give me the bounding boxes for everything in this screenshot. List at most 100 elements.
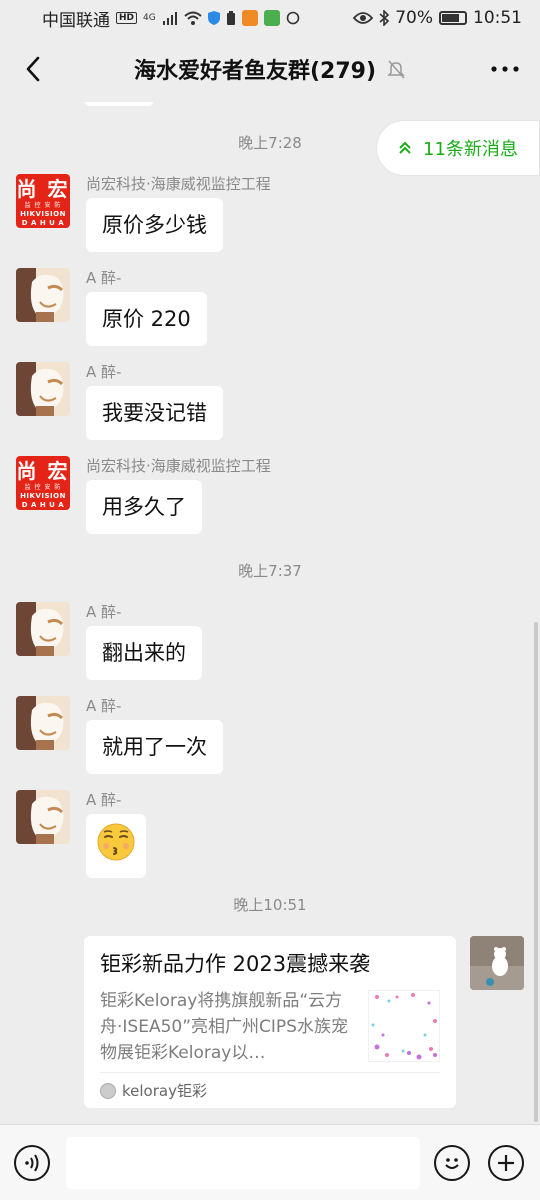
- wifi-icon: [184, 11, 202, 25]
- message-row: A 醉- 我要没记错: [16, 362, 223, 440]
- cat-avatar-image: [16, 268, 70, 322]
- sender-name: A 醉-: [86, 697, 122, 715]
- signal-bars-icon: [162, 12, 177, 25]
- bluetooth-icon: [379, 10, 390, 26]
- avatar-text-3: HIKVISION: [20, 210, 66, 218]
- card-title: 钜彩新品力作 2023震撼来袭: [100, 952, 371, 976]
- back-button[interactable]: [14, 50, 52, 88]
- mute-bell-icon: [387, 60, 405, 79]
- message-body: A 醉- 就用了一次: [86, 696, 223, 774]
- avatar-text-4: D A H U A: [21, 501, 65, 509]
- voice-button[interactable]: [14, 1145, 50, 1181]
- back-arrow-icon: [26, 56, 40, 82]
- message-bubble[interactable]: 用多久了: [86, 480, 202, 534]
- avatar-text-3: HIKVISION: [20, 492, 66, 500]
- plus-icon: [498, 1155, 514, 1171]
- cat-avatar-image: [16, 362, 70, 416]
- avatar-text-1: 尚 宏: [16, 177, 70, 201]
- message-row: A 醉- 翻出来的: [16, 602, 202, 680]
- message-body: 尚宏科技·海康威视监控工程 原价多少钱: [86, 174, 271, 252]
- emoji-button[interactable]: [434, 1145, 470, 1181]
- new-messages-label: 11条新消息: [423, 139, 518, 160]
- battery-fill: [442, 14, 459, 22]
- message-input[interactable]: [66, 1137, 420, 1189]
- chat-title: 海水爱好者鱼友群(279): [133, 59, 377, 84]
- message-row: 尚 宏 监 控 安 防 HIKVISION D A H U A 尚宏科技·海康威…: [16, 456, 271, 534]
- app-icon-green: [263, 10, 280, 26]
- cat-avatar-image: [16, 790, 70, 844]
- sender-name: A 醉-: [86, 603, 122, 621]
- clock: 10:51: [473, 8, 522, 28]
- message-row: A 醉-: [16, 790, 146, 878]
- message-body: A 醉- 我要没记错: [86, 362, 223, 440]
- cut-off-bubble: [84, 102, 154, 106]
- battery-icon: [439, 11, 467, 25]
- battery-small-icon: [226, 11, 235, 25]
- card-content: 钜彩Keloray将携旗舰新品“云方舟·ISEA50”亮相广州CIPS水族宠物展…: [100, 988, 440, 1066]
- avatar-cat[interactable]: [16, 602, 70, 656]
- message-body: A 醉- 翻出来的: [86, 602, 202, 680]
- voice-icon: [25, 1154, 39, 1172]
- avatar-text-2: 监 控 安 防: [24, 484, 62, 491]
- avatar-shanghong[interactable]: 尚 宏 监 控 安 防 HIKVISION D A H U A: [16, 174, 70, 228]
- bear-avatar-image: [470, 936, 524, 990]
- sender-name: 尚宏科技·海康威视监控工程: [86, 457, 271, 475]
- avatar-text-2: 监 控 安 防: [24, 202, 62, 209]
- message-bubble[interactable]: 原价 220: [86, 292, 207, 346]
- avatar-cat[interactable]: [16, 790, 70, 844]
- chat-area[interactable]: 晚上7:28 尚 宏 监 控 安 防 HIKVISION D A H U A 尚…: [0, 102, 540, 1124]
- hd-icon: HD: [116, 12, 138, 24]
- battery-percent: 70%: [395, 8, 433, 28]
- avatar-cat[interactable]: [16, 268, 70, 322]
- message-bubble[interactable]: 我要没记错: [86, 386, 223, 440]
- avatar-cat[interactable]: [16, 362, 70, 416]
- kissing-face-icon: [97, 823, 135, 861]
- message-body: A 醉- 原价 220: [86, 268, 207, 346]
- emoji-icon: [445, 1158, 459, 1169]
- source-icon: [100, 1082, 116, 1099]
- chat-header: 海水爱好者鱼友群(279): [0, 36, 540, 102]
- self-avatar[interactable]: [470, 936, 524, 990]
- avatar-text-1: 尚 宏: [16, 459, 70, 483]
- sender-name: A 醉-: [86, 269, 122, 287]
- timestamp: 晚上7:37: [238, 562, 302, 580]
- input-bar: [0, 1124, 540, 1200]
- double-chevron-up-icon: [399, 141, 411, 154]
- sender-name: A 醉-: [86, 363, 122, 381]
- more-icon: [491, 66, 519, 72]
- message-body: 尚宏科技·海康威视监控工程 用多久了: [86, 456, 271, 534]
- shield-icon: [207, 11, 220, 25]
- timestamp: 晚上10:51: [233, 896, 307, 914]
- title-wrap: 海水爱好者鱼友群(279): [134, 53, 406, 85]
- message-bubble[interactable]: 就用了一次: [86, 720, 223, 774]
- cat-avatar-image: [16, 602, 70, 656]
- scrollbar[interactable]: [534, 622, 538, 1122]
- signal-icon: 4G: [143, 13, 156, 23]
- sender-name: 尚宏科技·海康威视监控工程: [86, 175, 271, 193]
- message-row: A 醉- 就用了一次: [16, 696, 223, 774]
- plus-button[interactable]: [488, 1145, 524, 1181]
- carrier-label: 中国联通: [42, 10, 110, 31]
- emoji-bubble[interactable]: [86, 814, 146, 878]
- circle-icon: [286, 11, 300, 25]
- message-row: 尚 宏 监 控 安 防 HIKVISION D A H U A 尚宏科技·海康威…: [16, 174, 271, 252]
- avatar-text-4: D A H U A: [21, 219, 65, 227]
- link-card[interactable]: 钜彩新品力作 2023震撼来袭 钜彩Keloray将携旗舰新品“云方舟·ISEA…: [84, 936, 456, 1108]
- app-icon-orange: [241, 10, 258, 26]
- avatar-shanghong[interactable]: 尚 宏 监 控 安 防 HIKVISION D A H U A: [16, 456, 70, 510]
- status-left: 中国联通 HD 4G: [42, 6, 300, 31]
- cat-avatar-image: [16, 696, 70, 750]
- card-description: 钜彩Keloray将携旗舰新品“云方舟·ISEA50”亮相广州CIPS水族宠物展…: [100, 991, 348, 1063]
- new-messages-button[interactable]: 11条新消息: [376, 120, 540, 176]
- avatar-cat[interactable]: [16, 696, 70, 750]
- message-bubble[interactable]: 原价多少钱: [86, 198, 223, 252]
- message-body: A 醉-: [86, 790, 146, 878]
- status-right: 70% 10:51: [353, 8, 522, 28]
- message-row: A 醉- 原价 220: [16, 268, 207, 346]
- more-button[interactable]: [488, 54, 522, 84]
- card-source: keloray钜彩: [122, 1082, 207, 1100]
- sender-name: A 醉-: [86, 791, 122, 809]
- card-thumbnail: [368, 990, 440, 1062]
- thumbnail-image: [369, 991, 440, 1061]
- message-bubble[interactable]: 翻出来的: [86, 626, 202, 680]
